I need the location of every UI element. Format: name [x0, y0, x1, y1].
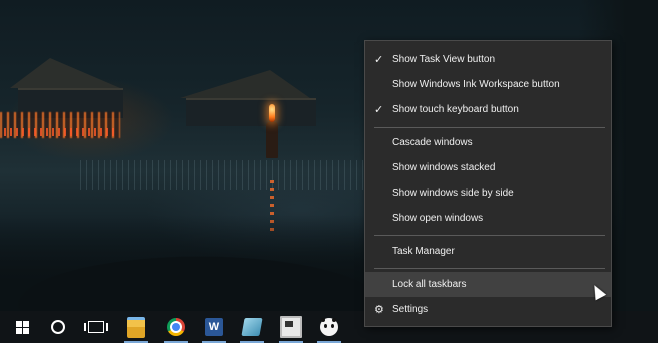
menu-item-task-manager[interactable]: Task Manager: [365, 239, 611, 264]
menu-item-label: Cascade windows: [392, 137, 473, 148]
windows-logo-icon: [15, 320, 29, 334]
menu-item-show-touch-keyboard[interactable]: ✓ Show touch keyboard button: [365, 97, 611, 122]
checkmark-icon: ✓: [374, 103, 384, 116]
taskbar-app-file-explorer[interactable]: [118, 311, 154, 343]
menu-item-label: Task Manager: [392, 246, 455, 257]
menu-item-show-ink-workspace[interactable]: Show Windows Ink Workspace button: [365, 72, 611, 97]
taskbar-app-word[interactable]: W: [196, 311, 232, 343]
taskbar-app-notes[interactable]: [234, 311, 270, 343]
taskbar-app-chrome[interactable]: [158, 311, 194, 343]
menu-item-lock-all-taskbars[interactable]: Lock all taskbars: [365, 272, 611, 297]
wallpaper-hut-mid: [186, 98, 316, 126]
taskbar-app-panda[interactable]: [311, 311, 347, 343]
panda-icon: [320, 318, 338, 336]
menu-separator: [374, 127, 605, 128]
menu-item-cascade-windows[interactable]: Cascade windows: [365, 130, 611, 155]
monitor-icon: [280, 316, 302, 338]
wallpaper-hut-roof-left: [10, 58, 120, 88]
gear-icon: ⚙: [374, 304, 384, 316]
menu-item-label: Show Windows Ink Workspace button: [392, 79, 560, 90]
menu-item-label: Show windows stacked: [392, 162, 496, 173]
start-button[interactable]: [4, 311, 40, 343]
checkmark-icon: ✓: [374, 53, 384, 66]
folder-icon: [127, 316, 145, 338]
menu-item-settings[interactable]: ⚙ Settings: [365, 297, 611, 322]
menu-item-label: Show touch keyboard button: [392, 104, 519, 115]
menu-item-label: Show open windows: [392, 213, 484, 224]
menu-item-show-windows-side-by-side[interactable]: Show windows side by side: [365, 181, 611, 206]
cortana-circle-icon: [51, 320, 65, 334]
taskbar-app-monitor[interactable]: [273, 311, 309, 343]
task-view-button[interactable]: [78, 311, 114, 343]
menu-item-show-open-windows[interactable]: Show open windows: [365, 206, 611, 231]
menu-item-label: Settings: [392, 304, 429, 315]
cortana-button[interactable]: [40, 311, 76, 343]
wallpaper-water: [80, 160, 380, 190]
task-view-icon: [84, 321, 108, 333]
taskbar-context-menu: ✓ Show Task View button Show Windows Ink…: [364, 40, 612, 327]
chrome-icon: [167, 318, 185, 336]
wallpaper-figure: [266, 122, 278, 158]
menu-separator: [374, 235, 605, 236]
menu-separator: [374, 268, 605, 269]
wallpaper-hut-roof-mid: [180, 70, 310, 98]
wallpaper-torch: [269, 104, 275, 122]
menu-item-label: Show windows side by side: [392, 188, 514, 199]
menu-item-label: Show Task View button: [392, 54, 496, 65]
menu-item-label: Lock all taskbars: [392, 279, 467, 290]
word-icon: W: [205, 318, 223, 336]
menu-item-show-windows-stacked[interactable]: Show windows stacked: [365, 155, 611, 180]
notes-icon: [241, 318, 263, 336]
menu-item-show-task-view[interactable]: ✓ Show Task View button: [365, 47, 611, 72]
wallpaper-torch-lights-lower: [4, 128, 114, 136]
